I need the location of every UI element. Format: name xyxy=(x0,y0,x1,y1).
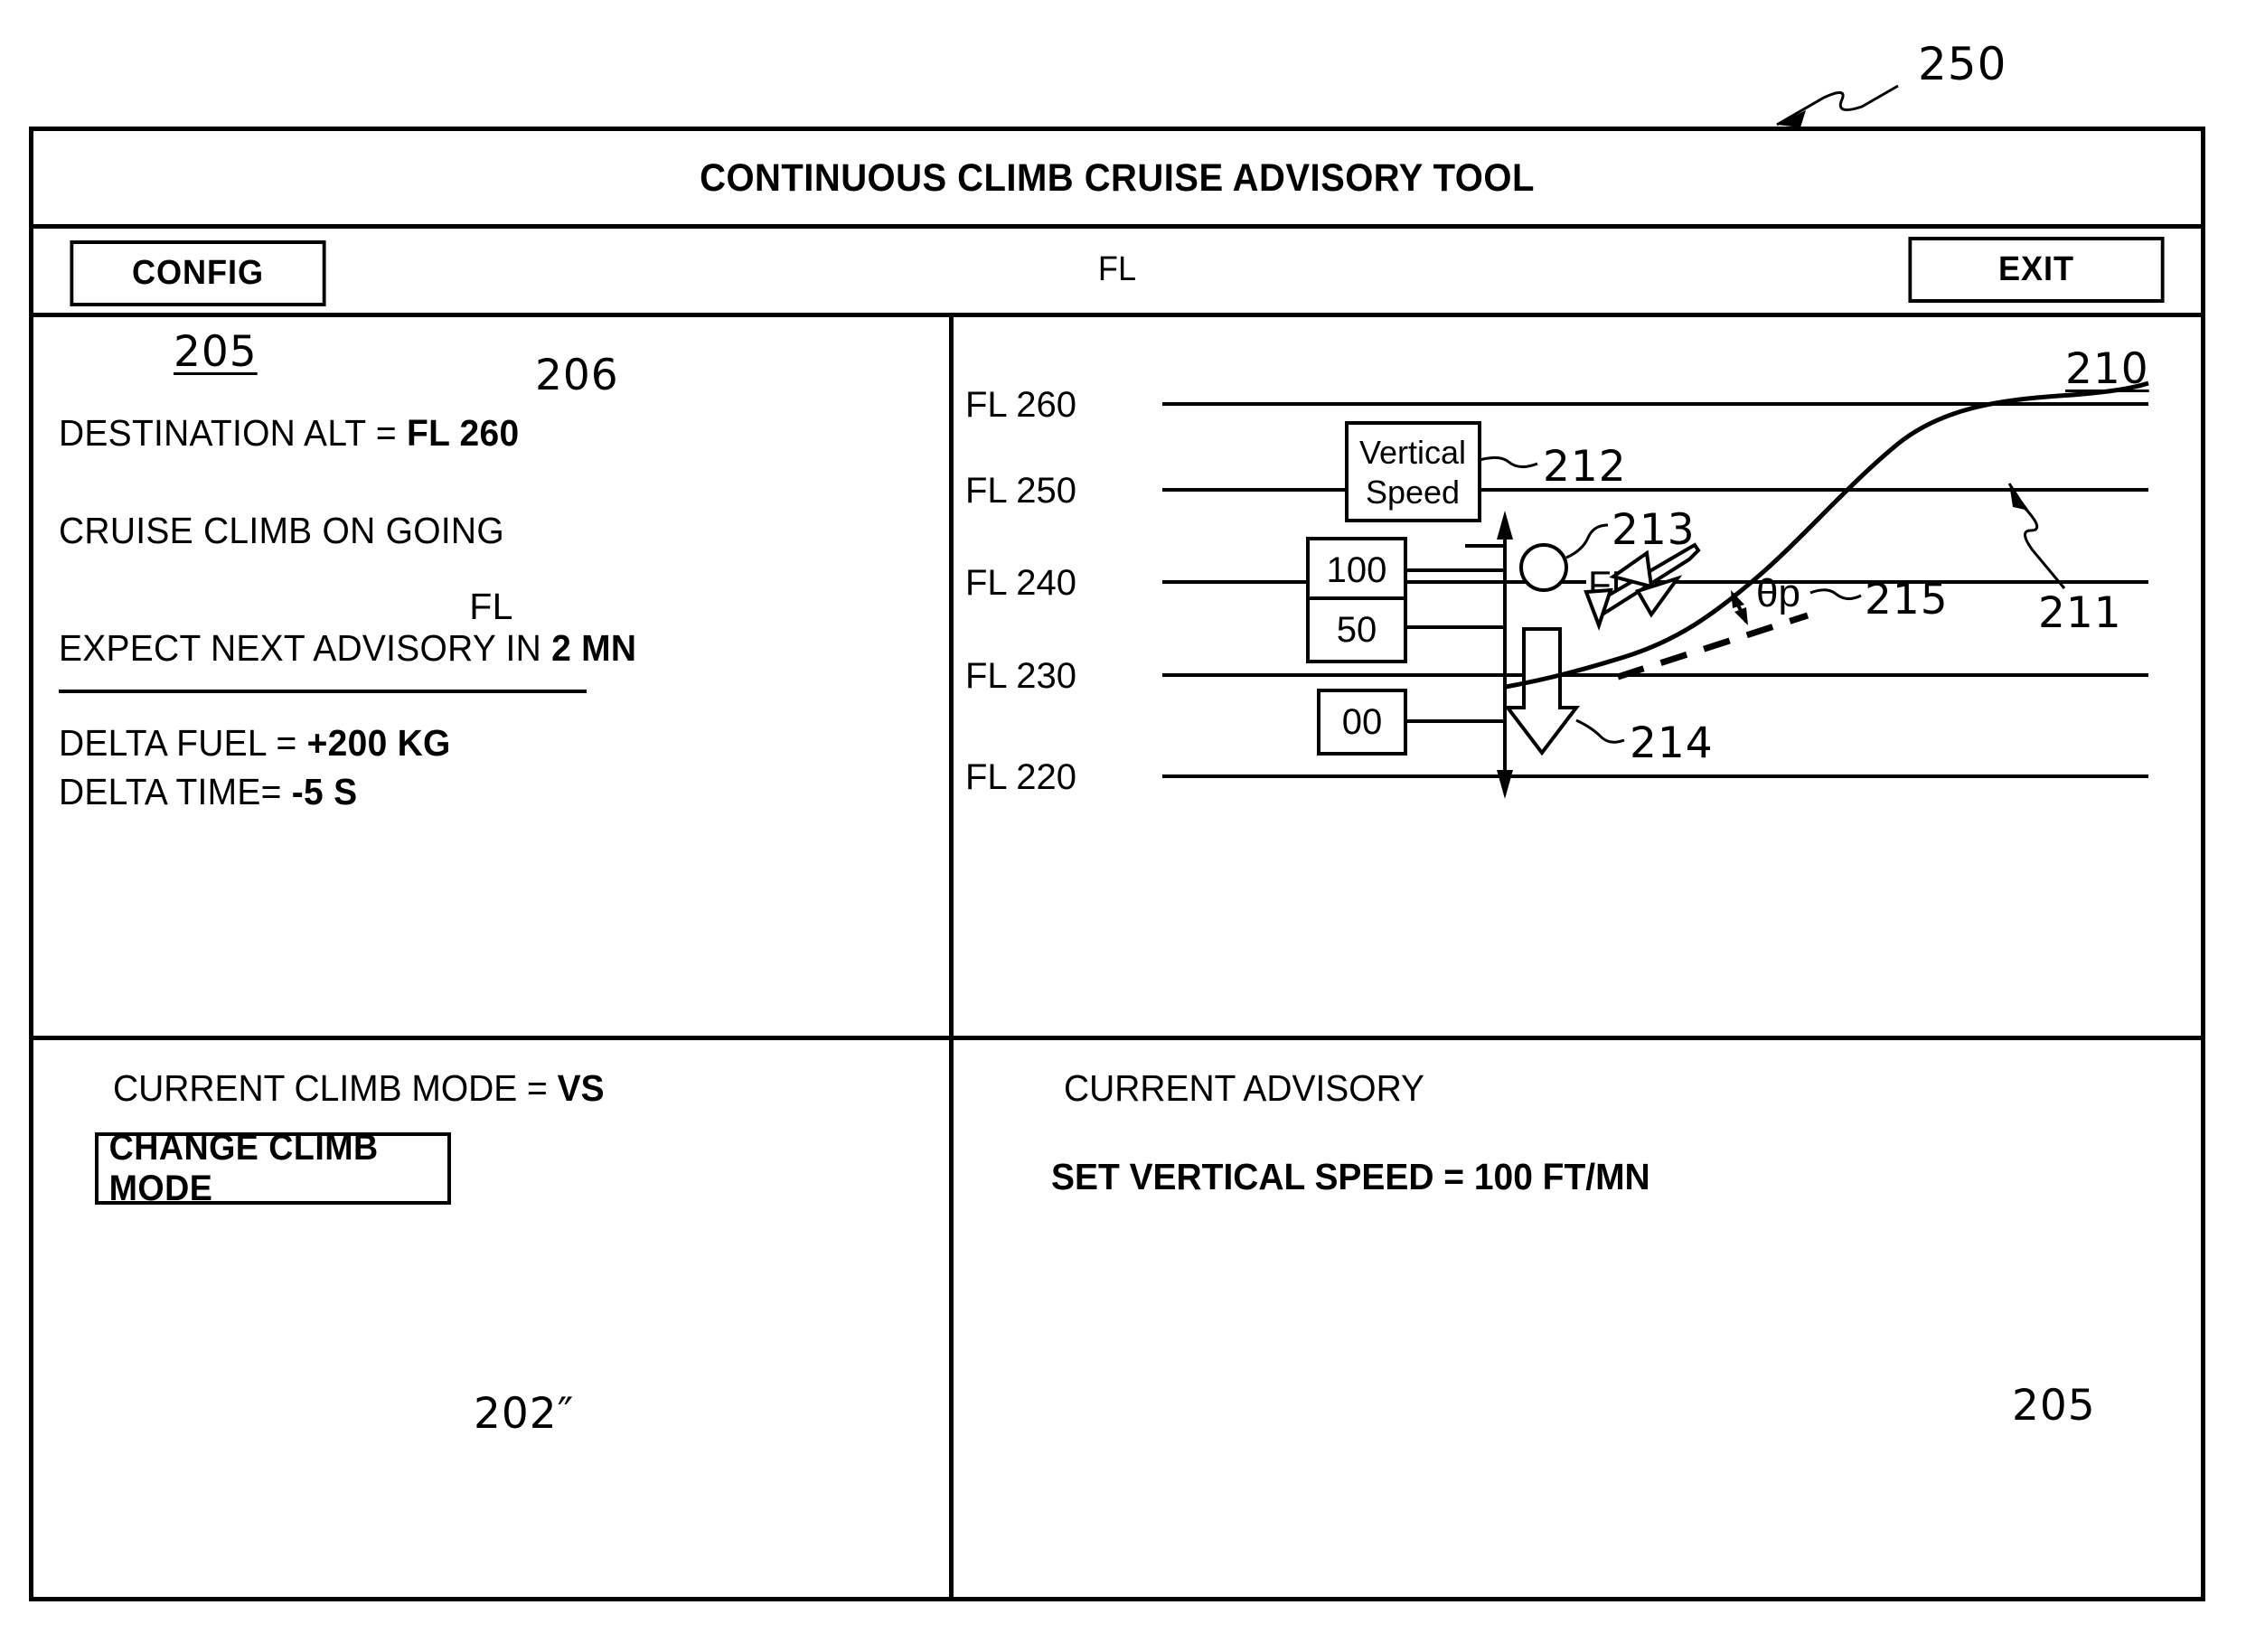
advisory-text: SET VERTICAL SPEED = 100 FT/MN xyxy=(1051,1156,1650,1198)
ref-205-advisory: 205 xyxy=(2012,1381,2096,1431)
figure-canvas: 250 252 204 CONTINUOUS CLIMB CRUISE ADVI… xyxy=(0,0,2265,1652)
ytick-label-fl220: FL 220 xyxy=(965,757,1076,797)
climb-mode-panel: CURRENT CLIMB MODE = VS CHANGE CLIMB MOD… xyxy=(33,1040,954,1597)
change-climb-mode-label: CHANGE CLIMB MODE xyxy=(108,1128,379,1208)
ref-212-leader xyxy=(1479,455,1538,468)
pitch-angle-arrow-down xyxy=(1734,607,1748,625)
ref-250: 250 xyxy=(1918,38,2007,90)
climb-trajectory-curve xyxy=(1505,380,2149,690)
ytick-label-fl230: FL 230 xyxy=(965,656,1076,696)
vertical-speed-line1: Vertical xyxy=(1359,434,1466,471)
vs-axis-arrow-down xyxy=(1497,770,1513,799)
ytick-label-fl260: FL 260 xyxy=(965,385,1076,425)
ref-213: 213 xyxy=(1612,505,1696,555)
change-climb-mode-button[interactable]: CHANGE CLIMB MODE xyxy=(95,1128,451,1208)
ref-215: 215 xyxy=(1865,575,1949,624)
ref-206: 206 xyxy=(535,351,619,400)
exit-button[interactable]: EXIT xyxy=(1908,237,2165,303)
ytick-label-fl240: FL 240 xyxy=(965,563,1076,603)
ref-202-double-prime: 202″ xyxy=(474,1389,575,1439)
climb-mode-row: CURRENT CLIMB MODE = VS xyxy=(113,1067,605,1110)
advisory-panel: CURRENT ADVISORY SET VERTICAL SPEED = 10… xyxy=(954,1040,2201,1597)
delta-fuel-value: +200 KG xyxy=(306,722,451,764)
ref-215-leader xyxy=(1809,588,1862,600)
delta-fuel-row: DELTA FUEL = +200 KG xyxy=(59,722,451,765)
next-advisory-label: EXPECT NEXT ADVISORY IN xyxy=(59,627,552,669)
vs-value-50: 50 xyxy=(1337,610,1377,650)
status-panel: DESTINATION ALT = FL 260 CRUISE CLIMB ON… xyxy=(33,317,954,1040)
main-content: DESTINATION ALT = FL 260 CRUISE CLIMB ON… xyxy=(33,317,2201,1040)
current-vs-marker-circle xyxy=(1519,543,1568,592)
toolbar: CONFIG FL EXIT xyxy=(33,229,2201,317)
toolbar-fl-label: FL xyxy=(1097,250,1137,288)
vertical-speed-line2: Speed xyxy=(1366,474,1460,511)
delta-fuel-label: DELTA FUEL = xyxy=(59,722,307,764)
destination-alt-row: DESTINATION ALT = FL 260 xyxy=(59,412,519,455)
ref-211: 211 xyxy=(2038,588,2122,638)
window-titlebar: CONTINUOUS CLIMB CRUISE ADVISORY TOOL xyxy=(33,131,2201,229)
climb-mode-label: CURRENT CLIMB MODE = xyxy=(113,1067,558,1109)
ref-212: 212 xyxy=(1543,442,1627,492)
ref-214-leader xyxy=(1575,718,1625,744)
vs-value-100: 100 xyxy=(1327,550,1387,590)
cruise-status-text: CRUISE CLIMB ON GOING xyxy=(59,510,504,551)
footer: CURRENT CLIMB MODE = VS CHANGE CLIMB MOD… xyxy=(33,1036,2201,1597)
exit-button-label: EXIT xyxy=(1997,250,2075,288)
fl-center-label: FL xyxy=(469,586,513,627)
ref-205-left: 205 xyxy=(174,327,258,377)
ytick-label-fl250: FL 250 xyxy=(965,471,1076,511)
destination-alt-value: FL 260 xyxy=(406,412,520,454)
ref-213-leader xyxy=(1565,523,1609,559)
advisory-text-value: SET VERTICAL SPEED = 100 FT/MN xyxy=(1051,1156,1650,1197)
destination-alt-label: DESTINATION ALT = xyxy=(59,412,407,454)
vs-value-00: 00 xyxy=(1342,702,1383,742)
advisory-tool-window: CONTINUOUS CLIMB CRUISE ADVISORY TOOL CO… xyxy=(29,127,2205,1601)
climb-mode-value: VS xyxy=(557,1067,605,1109)
reference-path-dashed xyxy=(1616,612,1809,681)
next-advisory-value: 2 MN xyxy=(551,627,637,669)
delta-time-row: DELTA TIME= -5 S xyxy=(59,771,357,813)
flight-profile-chart: FL 260 FL 250 FL 240 FL 230 FL 220 Verti… xyxy=(954,317,2201,1040)
next-advisory-row: EXPECT NEXT ADVISORY IN 2 MN xyxy=(59,627,636,670)
ref-214: 214 xyxy=(1630,718,1714,768)
ref-210: 210 xyxy=(2065,344,2149,394)
fl-profile-svg: FL 260 FL 250 FL 240 FL 230 FL 220 Verti… xyxy=(965,380,2149,799)
delta-time-label: DELTA TIME= xyxy=(59,771,292,812)
advisory-title: CURRENT ADVISORY xyxy=(1064,1067,1424,1109)
pitch-angle-symbol: θp xyxy=(1756,571,1800,615)
delta-time-value: -5 S xyxy=(291,771,358,812)
vs-trend-down-arrow xyxy=(1503,627,1581,756)
panel-divider xyxy=(59,690,587,693)
page-title: CONTINUOUS CLIMB CRUISE ADVISORY TOOL xyxy=(700,156,1535,200)
vs-axis-arrow-up xyxy=(1497,511,1513,540)
